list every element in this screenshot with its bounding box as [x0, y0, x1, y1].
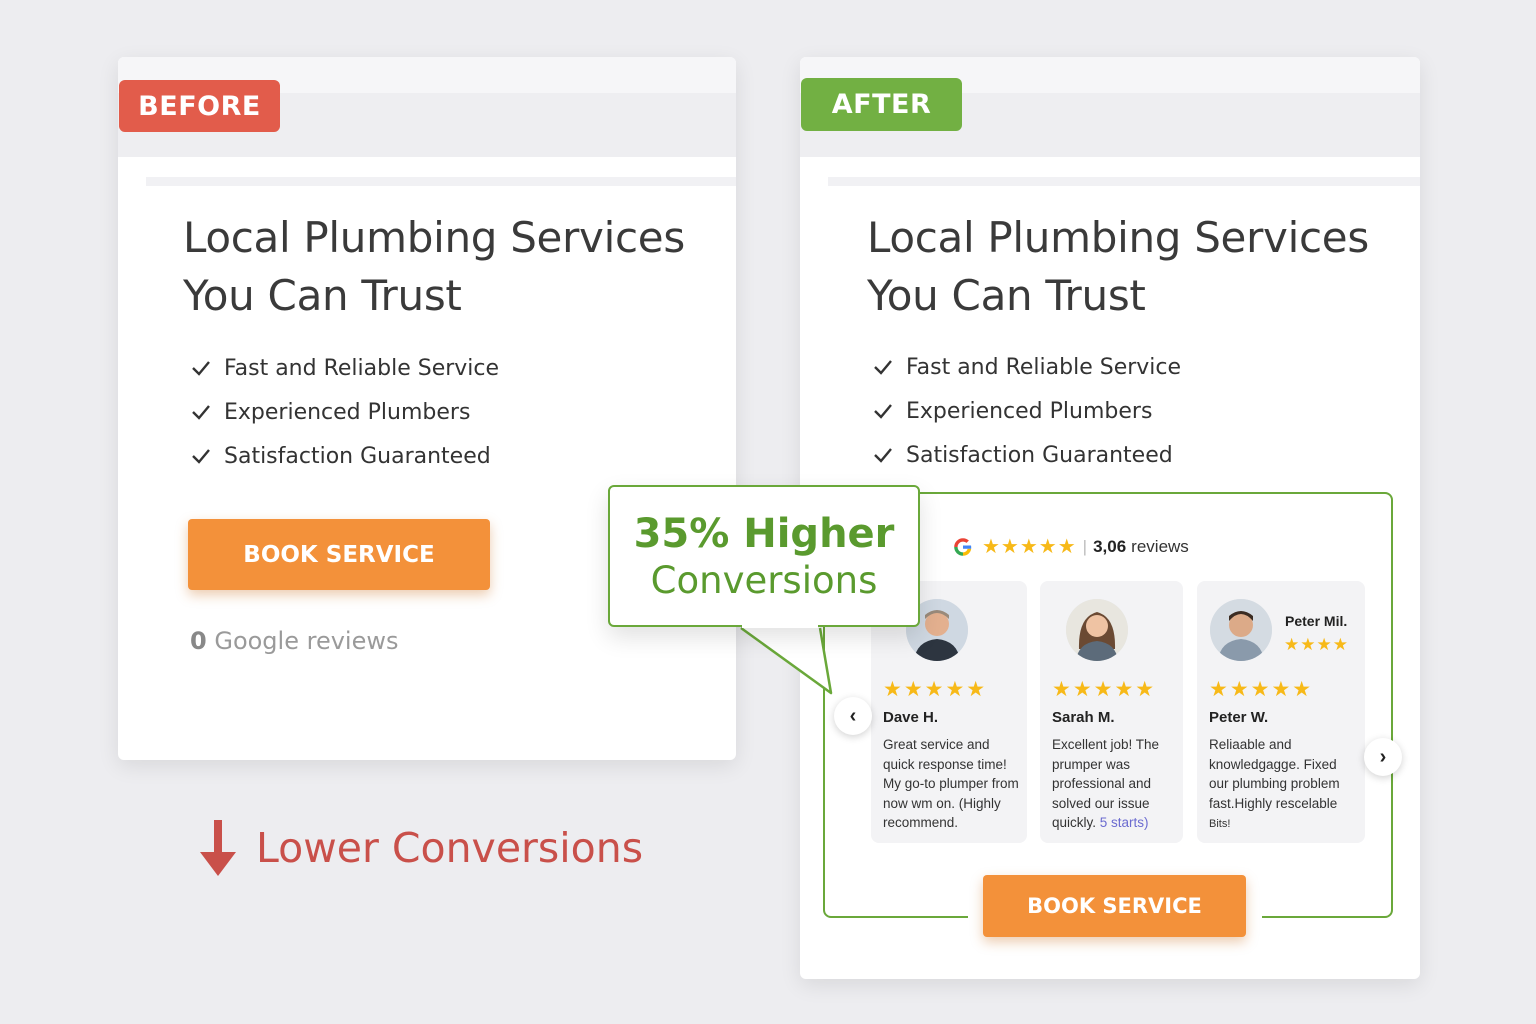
- after-feature-label: Satisfaction Guaranteed: [906, 442, 1173, 468]
- after-tag: AFTER: [801, 78, 962, 131]
- google-rating-header: ★★★★★ | 3,06 reviews: [952, 534, 1189, 559]
- review-text-body: Reliaable and knowledgagge. Fixed our pl…: [1209, 737, 1340, 811]
- before-reviews-label: Google reviews: [214, 627, 399, 655]
- review-stars: ★★★★★: [883, 678, 988, 701]
- arrow-down-icon: [200, 820, 236, 876]
- checkmark-icon: [874, 404, 892, 419]
- higher-conversions-callout: 35% Higher Conversions: [608, 485, 920, 627]
- reviewer-avatar: [1066, 599, 1128, 661]
- before-google-reviews: 0 Google reviews: [190, 627, 398, 655]
- carousel-next-button[interactable]: ›: [1364, 738, 1402, 776]
- review-card: ★★★★★ Sarah M. Excellent job! The prumpe…: [1040, 581, 1183, 843]
- after-headline: Local Plumbing Services You Can Trust: [867, 209, 1369, 325]
- chevron-right-icon: ›: [1379, 745, 1387, 768]
- after-headline-line1: Local Plumbing Services: [867, 213, 1369, 262]
- reviewer-name: Peter W.: [1209, 709, 1269, 726]
- callout-pointer-join: [742, 622, 818, 628]
- carousel-prev-button[interactable]: ‹: [834, 697, 872, 735]
- review-stars: ★★★★★: [1209, 678, 1314, 701]
- before-feature-item: Experienced Plumbers: [190, 390, 499, 434]
- google-reviews-number: 3,06: [1093, 536, 1127, 556]
- badge-review-stars: ★★★★: [1284, 635, 1349, 654]
- google-rating-stars: ★★★★★: [982, 536, 1077, 558]
- chevron-left-icon: ‹: [849, 704, 857, 727]
- before-headline-line1: Local Plumbing Services: [183, 213, 685, 262]
- review-text: Great service and quick response time! M…: [883, 737, 1019, 831]
- after-book-service-button[interactable]: BOOK SERVICE: [983, 875, 1246, 937]
- lower-conversions-indicator: Lower Conversions: [196, 818, 643, 878]
- review-card: Peter Mil. ★★★★ ★★★★★ Peter W. Reliaable…: [1197, 581, 1365, 843]
- lower-conversions-label: Lower Conversions: [256, 824, 644, 872]
- google-reviews-label: reviews: [1131, 536, 1189, 556]
- before-tag: BEFORE: [119, 80, 280, 132]
- checkmark-icon: [192, 405, 210, 420]
- review-text: Excellent job! The prumper was professio…: [1052, 735, 1190, 833]
- after-feature-list: Fast and Reliable Service Experienced Pl…: [872, 345, 1181, 477]
- review-text-extra: Bits!: [1209, 818, 1231, 831]
- after-feature-item: Fast and Reliable Service: [872, 345, 1181, 389]
- before-headline-line2: You Can Trust: [183, 271, 462, 320]
- after-feature-label: Fast and Reliable Service: [906, 354, 1182, 380]
- before-feature-list: Fast and Reliable Service Experienced Pl…: [190, 346, 499, 478]
- callout-line2: Conversions: [650, 559, 878, 602]
- checkmark-icon: [192, 361, 210, 376]
- checkmark-icon: [874, 448, 892, 463]
- before-feature-item: Fast and Reliable Service: [190, 346, 499, 390]
- before-headline: Local Plumbing Services You Can Trust: [183, 209, 685, 325]
- before-feature-label: Fast and Reliable Service: [224, 355, 500, 381]
- before-feature-label: Experienced Plumbers: [224, 399, 471, 425]
- before-card: Local Plumbing Services You Can Trust Fa…: [118, 57, 736, 760]
- checkmark-icon: [192, 449, 210, 464]
- person-icon: [1210, 599, 1272, 661]
- rating-separator: |: [1082, 536, 1088, 556]
- before-book-service-button[interactable]: BOOK SERVICE: [188, 519, 490, 590]
- before-divider: [146, 177, 736, 186]
- badge-reviewer-name: Peter Mil.: [1285, 613, 1348, 629]
- person-icon: [1066, 599, 1128, 661]
- checkmark-icon: [874, 360, 892, 375]
- google-logo-icon: [954, 537, 972, 556]
- before-reviews-number: 0: [190, 627, 207, 655]
- reviewer-name: Sarah M.: [1052, 709, 1115, 726]
- after-headline-line2: You Can Trust: [867, 271, 1146, 320]
- callout-line1: 35% Higher: [633, 511, 895, 557]
- after-divider: [828, 177, 1420, 186]
- before-feature-label: Satisfaction Guaranteed: [224, 443, 491, 469]
- review-text-highlight: 5 starts): [1099, 815, 1149, 831]
- reviewer-name: Dave H.: [883, 709, 939, 726]
- after-feature-label: Experienced Plumbers: [906, 398, 1153, 424]
- review-stars: ★★★★★: [1052, 678, 1157, 701]
- after-feature-item: Satisfaction Guaranteed: [872, 433, 1181, 477]
- reviewer-avatar: [1210, 599, 1272, 661]
- before-feature-item: Satisfaction Guaranteed: [190, 434, 499, 478]
- review-text: Reliaable and knowledgagge. Fixed our pl…: [1209, 735, 1359, 835]
- after-feature-item: Experienced Plumbers: [872, 389, 1181, 433]
